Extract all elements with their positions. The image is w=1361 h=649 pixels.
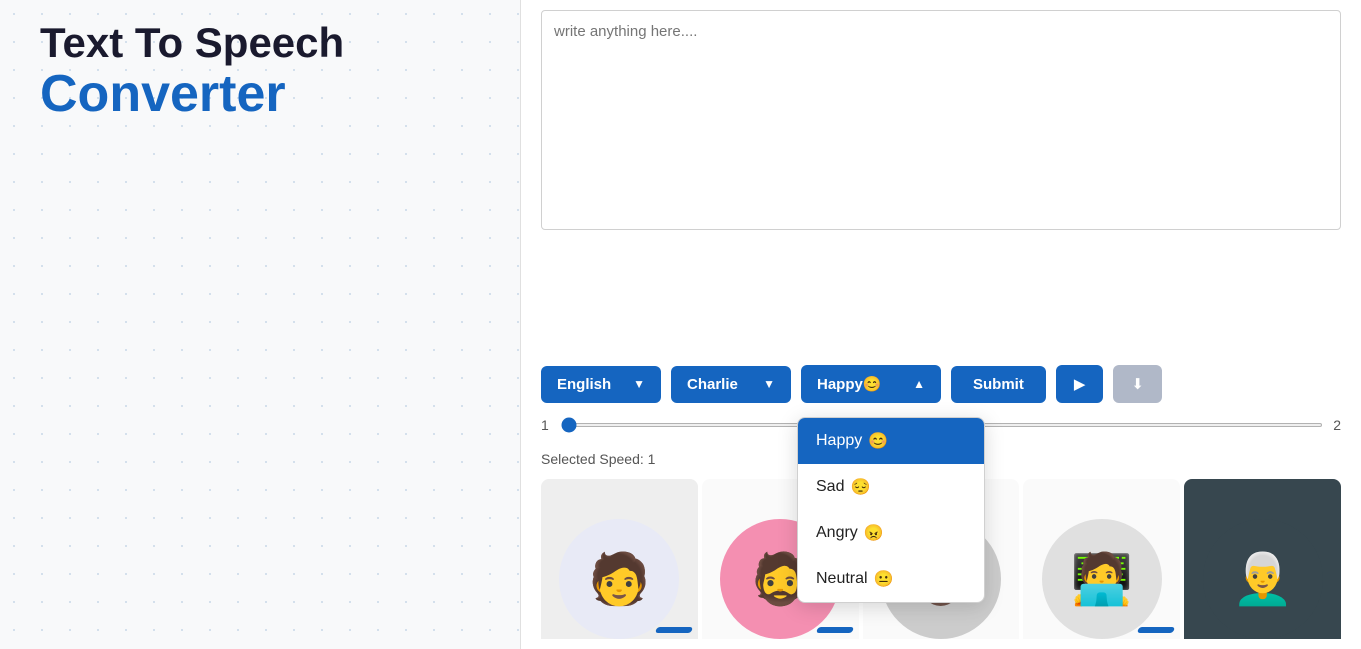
controls-row: English ▼ Charlie ▼ Happy😊 ▲ Submit ▶ ⬇ … — [541, 365, 1341, 403]
speed-min-label: 1 — [541, 417, 551, 433]
avatar-card-1[interactable]: 🧑 — [541, 479, 698, 639]
submit-button[interactable]: Submit — [951, 366, 1046, 403]
play-button[interactable]: ▶ — [1056, 365, 1104, 403]
avatar-circle-1: 🧑 — [559, 519, 679, 639]
text-input[interactable] — [541, 10, 1341, 230]
avatar-circle-4: 🧑‍💻 — [1042, 519, 1162, 639]
angry-emoji: 😠 — [864, 523, 884, 543]
app-title-line1: Text To Speech — [40, 20, 480, 66]
sad-emoji: 😔 — [850, 477, 870, 497]
emotion-dropdown-btn[interactable]: Happy😊 ▲ — [801, 365, 941, 403]
right-panel: English ▼ Charlie ▼ Happy😊 ▲ Submit ▶ ⬇ … — [520, 0, 1361, 649]
avatar-card-5[interactable]: 👨‍🦳 — [1184, 479, 1341, 639]
avatar-circle-5: 👨‍🦳 — [1203, 519, 1323, 639]
chevron-down-icon: ▼ — [633, 377, 645, 391]
chevron-up-icon: ▲ — [913, 377, 925, 391]
emotion-angry-label: Angry — [816, 524, 858, 542]
language-dropdown[interactable]: English ▼ — [541, 366, 661, 403]
emotion-happy-label: Happy — [816, 432, 862, 450]
download-icon: ⬇ — [1131, 375, 1144, 393]
app-title-line2: Converter — [40, 66, 480, 123]
chevron-down-icon: ▼ — [763, 377, 775, 391]
emotion-option-happy[interactable]: Happy 😊 — [798, 418, 984, 464]
emotion-label: Happy😊 — [817, 375, 882, 393]
emotion-option-sad[interactable]: Sad 😔 — [798, 464, 984, 510]
textarea-wrapper — [541, 10, 1341, 353]
play-icon: ▶ — [1074, 375, 1086, 393]
neutral-emoji: 😐 — [874, 569, 894, 589]
emotion-neutral-label: Neutral — [816, 570, 868, 588]
emotion-option-angry[interactable]: Angry 😠 — [798, 510, 984, 556]
avatar-card-4[interactable]: 🧑‍💻 — [1023, 479, 1180, 639]
happy-emoji: 😊 — [868, 431, 888, 451]
arrow-indicator-2 — [816, 627, 854, 633]
language-label: English — [557, 376, 611, 393]
emotion-sad-label: Sad — [816, 478, 844, 496]
arrow-indicator-4 — [1137, 627, 1175, 633]
download-button[interactable]: ⬇ — [1113, 365, 1162, 403]
left-panel: Text To Speech Converter — [0, 0, 520, 649]
emotion-dropdown-menu: Happy 😊 Sad 😔 Angry 😠 Neutral 😐 — [797, 417, 985, 603]
emotion-option-neutral[interactable]: Neutral 😐 — [798, 556, 984, 602]
voice-dropdown[interactable]: Charlie ▼ — [671, 366, 791, 403]
arrow-indicator-1 — [655, 627, 693, 633]
speed-max-label: 2 — [1333, 417, 1341, 433]
voice-label: Charlie — [687, 376, 738, 393]
